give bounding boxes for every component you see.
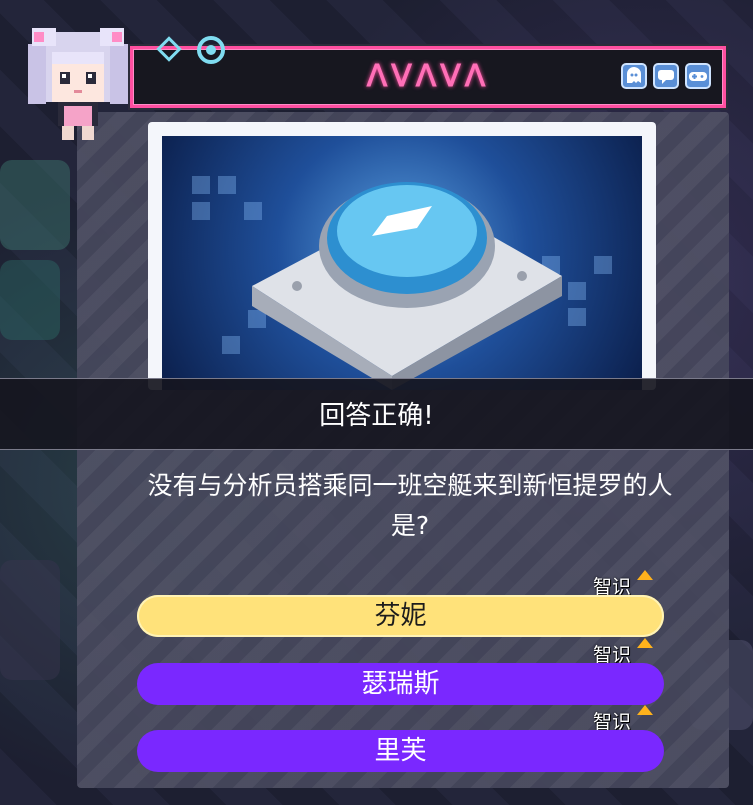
chat-icon[interactable] bbox=[653, 63, 679, 89]
gamepad-icon[interactable] bbox=[685, 63, 711, 89]
question-image-card bbox=[148, 122, 656, 390]
up-arrow-icon bbox=[637, 638, 653, 648]
board-tile bbox=[0, 560, 60, 680]
question-text: 没有与分析员搭乘同一班空艇来到新恒提罗的人是? bbox=[147, 471, 673, 540]
circle-decoration bbox=[197, 36, 225, 64]
pixel-character-avatar bbox=[18, 14, 138, 144]
up-arrow-icon bbox=[637, 705, 653, 715]
header-icon-group bbox=[621, 63, 711, 89]
up-arrow-icon bbox=[637, 570, 653, 580]
button-illustration bbox=[162, 136, 642, 390]
answer-option-serris[interactable]: 瑟瑞斯 bbox=[137, 663, 664, 705]
result-banner: 回答正确! bbox=[0, 378, 753, 450]
answer-option-fenni[interactable]: 芬妮 bbox=[137, 595, 664, 637]
ghost-icon[interactable] bbox=[621, 63, 647, 89]
board-tile bbox=[0, 260, 60, 340]
result-text: 回答正确! bbox=[319, 401, 434, 431]
board-tile bbox=[0, 160, 70, 250]
answer-option-lifu[interactable]: 里芙 bbox=[137, 730, 664, 772]
